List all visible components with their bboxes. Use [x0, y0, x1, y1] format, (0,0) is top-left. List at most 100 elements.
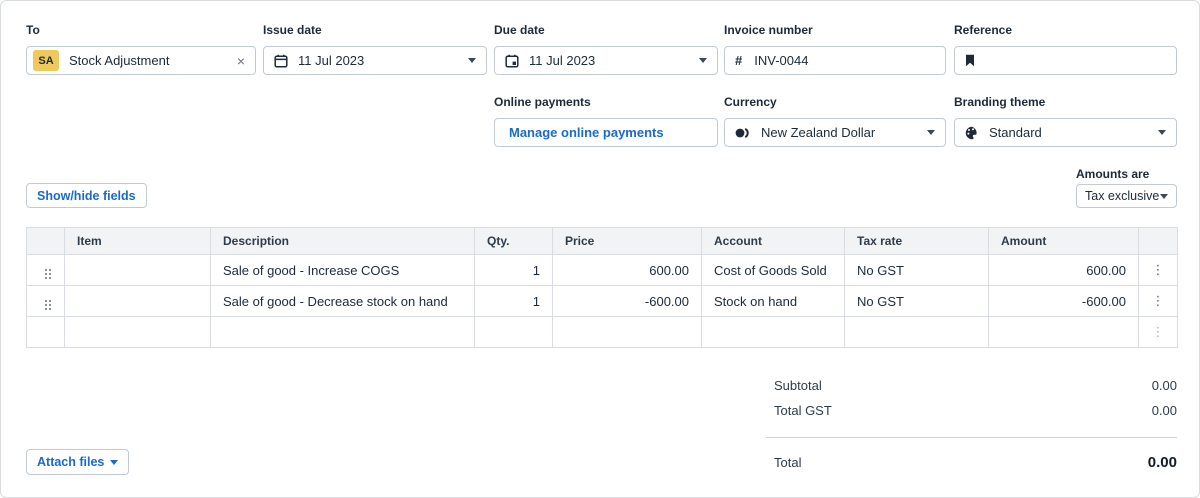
online-payments-field: Online payments Manage online payments: [494, 95, 718, 147]
currency-coins-icon: [735, 127, 751, 139]
drag-dots-icon: [44, 269, 47, 271]
total-gst-value: 0.00: [1151, 403, 1177, 418]
due-date-value: 11 Jul 2023: [529, 53, 596, 68]
amount-cell[interactable]: [988, 316, 1139, 348]
item-cell[interactable]: [64, 316, 211, 348]
item-cell[interactable]: [64, 254, 211, 286]
chevron-down-icon: [699, 58, 707, 63]
account-cell[interactable]: [701, 316, 845, 348]
description-cell[interactable]: [210, 316, 475, 348]
due-date-label: Due date: [494, 23, 545, 37]
invoice-number-input[interactable]: # INV-0044: [724, 46, 946, 75]
price-cell[interactable]: [552, 316, 702, 348]
issue-date-value: 11 Jul 2023: [298, 53, 365, 68]
subtotal-row: Subtotal 0.00: [766, 373, 1177, 398]
account-column-header: Account: [701, 227, 845, 255]
totals-divider: [766, 437, 1177, 438]
branding-theme-field: Branding theme Standard: [954, 95, 1177, 147]
description-cell[interactable]: Sale of good - Decrease stock on hand: [210, 285, 475, 317]
calendar-due-icon: [505, 54, 519, 68]
to-label: To: [26, 23, 40, 37]
price-column-header: Price: [552, 227, 702, 255]
amount-cell[interactable]: -600.00: [988, 285, 1139, 317]
subtotal-label: Subtotal: [774, 378, 822, 393]
close-icon[interactable]: ×: [237, 53, 245, 69]
issue-date-field: Issue date 11 Jul 2023: [263, 23, 487, 75]
branding-theme-label: Branding theme: [954, 95, 1046, 109]
currency-select[interactable]: New Zealand Dollar: [724, 118, 946, 147]
description-cell[interactable]: Sale of good - Increase COGS: [210, 254, 475, 286]
hash-icon: #: [735, 53, 743, 68]
manage-online-payments-text: Manage online payments: [509, 125, 664, 140]
issue-date-input[interactable]: 11 Jul 2023: [263, 46, 487, 75]
description-column-header: Description: [210, 227, 475, 255]
totals-section: Subtotal 0.00 Total GST 0.00 Total 0.00: [766, 373, 1177, 476]
amounts-are-value: Tax exclusive: [1085, 189, 1160, 203]
row-menu-column-header: [1138, 227, 1178, 255]
show-hide-fields-button[interactable]: Show/hide fields: [26, 183, 147, 208]
drag-handle[interactable]: [26, 316, 65, 348]
qty-column-header: Qty.: [474, 227, 553, 255]
row-menu-kebab-icon[interactable]: ⋮: [1138, 316, 1178, 348]
qty-cell[interactable]: 1: [474, 285, 553, 317]
total-label: Total: [774, 454, 802, 470]
account-cell[interactable]: Cost of Goods Sold: [701, 254, 845, 286]
contact-avatar: SA: [33, 50, 59, 71]
total-gst-row: Total GST 0.00: [766, 398, 1177, 423]
total-row: Total 0.00: [766, 448, 1177, 476]
qty-cell[interactable]: [474, 316, 553, 348]
price-cell[interactable]: -600.00: [552, 285, 702, 317]
tax-rate-column-header: Tax rate: [844, 227, 989, 255]
tax-rate-cell[interactable]: No GST: [844, 285, 989, 317]
table-header-row: Item Description Qty. Price Account Tax …: [26, 227, 1178, 255]
line-items-table: Item Description Qty. Price Account Tax …: [26, 227, 1178, 348]
branding-theme-value: Standard: [989, 125, 1042, 140]
drag-handle[interactable]: [26, 285, 65, 317]
drag-column-header: [26, 227, 65, 255]
attach-files-button[interactable]: Attach files: [26, 449, 130, 475]
qty-cell[interactable]: 1: [474, 254, 553, 286]
row-menu-kebab-icon[interactable]: ⋮: [1138, 285, 1178, 317]
attach-files-label: Attach files: [37, 455, 105, 469]
reference-label: Reference: [954, 23, 1013, 37]
table-row: Sale of good - Increase COGS 1 600.00 Co…: [26, 254, 1178, 286]
account-cell[interactable]: Stock on hand: [701, 285, 845, 317]
price-cell[interactable]: 600.00: [552, 254, 702, 286]
to-field: To SA Stock Adjustment ×: [26, 23, 256, 75]
table-row: ⋮: [26, 316, 1178, 348]
subtotal-value: 0.00: [1151, 378, 1177, 393]
tax-rate-cell[interactable]: No GST: [844, 254, 989, 286]
to-value: Stock Adjustment: [69, 53, 170, 68]
chevron-down-icon: [468, 58, 476, 63]
item-column-header: Item: [64, 227, 211, 255]
drag-dots-icon: [44, 300, 47, 302]
show-hide-fields-label: Show/hide fields: [37, 188, 136, 203]
reference-input[interactable]: [954, 46, 1177, 75]
row-menu-kebab-icon[interactable]: ⋮: [1138, 254, 1178, 286]
manage-online-payments-button[interactable]: Manage online payments: [494, 118, 718, 147]
amounts-are-label: Amounts are: [1076, 167, 1150, 181]
reference-field: Reference: [954, 23, 1177, 75]
currency-field: Currency New Zealand Dollar: [724, 95, 946, 147]
invoice-edit-page: To SA Stock Adjustment × Issue date 11 J…: [0, 0, 1200, 498]
drag-handle[interactable]: [26, 254, 65, 286]
calendar-icon: [274, 54, 288, 68]
bookmark-icon: [965, 54, 975, 67]
to-input[interactable]: SA Stock Adjustment ×: [26, 46, 256, 75]
palette-icon: [965, 126, 979, 140]
amount-column-header: Amount: [988, 227, 1139, 255]
chevron-down-icon: [110, 459, 119, 465]
invoice-number-field: Invoice number # INV-0044: [724, 23, 946, 75]
online-payments-label: Online payments: [494, 95, 591, 109]
amount-cell[interactable]: 600.00: [988, 254, 1139, 286]
branding-theme-select[interactable]: Standard: [954, 118, 1177, 147]
total-value: 0.00: [1147, 453, 1177, 471]
due-date-input[interactable]: 11 Jul 2023: [494, 46, 718, 75]
tax-rate-cell[interactable]: [844, 316, 989, 348]
due-date-field: Due date 11 Jul 2023: [494, 23, 718, 75]
total-gst-label: Total GST: [774, 403, 832, 418]
chevron-down-icon: [1160, 193, 1168, 199]
currency-value: New Zealand Dollar: [761, 125, 876, 140]
item-cell[interactable]: [64, 285, 211, 317]
amounts-are-select[interactable]: Tax exclusive: [1076, 184, 1177, 208]
